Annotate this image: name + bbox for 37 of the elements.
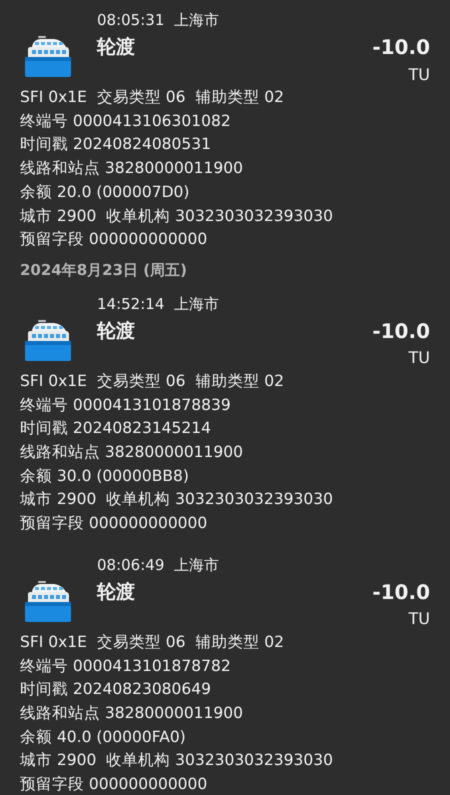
- detail-line: 余额 20.0 (000007D0): [20, 182, 190, 201]
- ferry-icon: [24, 35, 72, 77]
- detail-line: 城市 2900 收单机构 3032303032393030: [20, 751, 333, 770]
- amount: -10.0: [372, 580, 430, 604]
- detail-line: 终端号 0000413101878782: [20, 656, 231, 675]
- detail-line: 线路和站点 38280000011900: [20, 704, 243, 722]
- detail-line: 余额 30.0 (00000BB8): [20, 466, 189, 485]
- detail-line: 线路和站点 38280000011900: [20, 159, 243, 178]
- detail-line: SFI 0x1E 交易类型 06 辅助类型 02: [20, 632, 284, 651]
- ferry-icon: [24, 580, 72, 622]
- detail-line: 时间戳 20240823080649: [20, 680, 211, 698]
- detail-line: 预留字段 000000000000: [20, 514, 208, 532]
- transaction-title: 轮渡: [97, 580, 135, 605]
- detail-line: 预留字段 000000000000: [20, 775, 208, 794]
- detail-line: 余额 40.0 (00000FA0): [20, 728, 186, 746]
- amount-unit: TU: [408, 609, 430, 628]
- time-location: 14:52:14 上海市: [97, 294, 219, 313]
- detail-line: 终端号 0000413106301082: [20, 112, 231, 130]
- detail-line: SFI 0x1E 交易类型 06 辅助类型 02: [20, 88, 284, 106]
- time-location: 08:06:49 上海市: [97, 556, 219, 574]
- detail-line: SFI 0x1E 交易类型 06 辅助类型 02: [20, 372, 284, 390]
- time-location: 08:05:31 上海市: [97, 11, 219, 29]
- amount: -10.0: [372, 318, 430, 343]
- amount-unit: TU: [408, 348, 430, 368]
- detail-line: 时间戳 20240824080531: [20, 135, 211, 154]
- amount: -10.0: [372, 35, 430, 59]
- detail-line: 预留字段 000000000000: [20, 230, 208, 248]
- detail-line: 线路和站点 38280000011900: [20, 443, 243, 462]
- amount-unit: TU: [408, 64, 430, 84]
- detail-line: 城市 2900 收单机构 3032303032393030: [20, 490, 333, 508]
- detail-line: 城市 2900 收单机构 3032303032393030: [20, 206, 333, 225]
- detail-line: 时间戳 20240823145214: [20, 419, 211, 438]
- transaction-title: 轮渡: [97, 35, 135, 60]
- detail-line: 终端号 0000413101878839: [20, 396, 231, 414]
- ferry-icon: [24, 318, 72, 361]
- date-header: 2024年8月23日 (周五): [20, 260, 187, 279]
- transaction-title: 轮渡: [97, 318, 135, 344]
